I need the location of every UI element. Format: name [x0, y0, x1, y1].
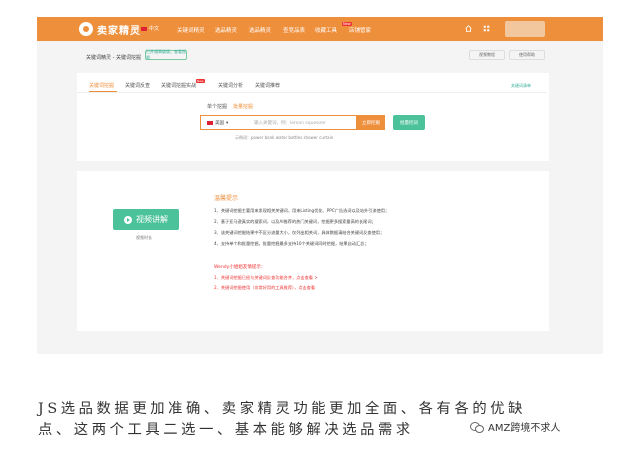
search-placeholder: 输入关键词，例：lemon squeezer — [254, 121, 327, 126]
caption-line-2: 点、这两个工具二选一、基本能够解决选品需求 — [38, 422, 414, 438]
nav-item[interactable]: 店铺管家 — [349, 26, 371, 34]
logo-icon — [79, 22, 93, 36]
avatar[interactable] — [505, 21, 545, 37]
plan-badge[interactable]: 已开通高级版，查看权限 — [145, 49, 187, 60]
notice-title: Wendy小姐姐友情提示： — [214, 265, 266, 270]
tip-line: 2、基于亚马逊真实的搜索词，以及AI推荐的热门关键词，挖掘更多搜索量高的长尾词； — [214, 219, 376, 224]
tab-keyword-practice[interactable]: 关键词挖掘实战 — [161, 82, 196, 89]
tab-keyword-reverse[interactable]: 关键词反查 — [125, 82, 150, 89]
nav-item[interactable]: 查竞品表 — [283, 26, 305, 34]
flag-icon — [141, 26, 147, 31]
caption-line-1: JS选品数据更加准确、卖家精灵功能更加全面、各有各的优缺 — [38, 401, 527, 417]
market-select[interactable]: 美国 ▾ — [207, 120, 228, 126]
notice-line[interactable]: 1、关键词挖掘已经与关键词反查功能合并，点击查看 > — [214, 275, 318, 281]
tip-line: 1、关键词挖掘主要用来发现相关关键词，用来Listing优化、PPC广告选词以及… — [214, 208, 390, 213]
top-navbar: 卖家精灵 中文 关键词精灵 选品精灵 选品精灵 查竞品表 收藏工具 店铺管家 N… — [37, 17, 603, 41]
nav-item[interactable]: 关键词精灵 — [177, 26, 205, 34]
chevron-down-icon: ▾ — [226, 120, 229, 126]
search-input[interactable]: 美国 ▾ 输入关键词，例：lemon squeezer — [200, 115, 357, 130]
grid-icon[interactable] — [483, 25, 490, 32]
tab-keyword-mining[interactable]: 关键词挖掘 — [89, 82, 114, 89]
tab-keyword-recommend[interactable]: 关键词推荐 — [255, 82, 280, 89]
logo-text: 卖家精灵 — [97, 26, 141, 37]
video-caption: 视频时长 — [136, 235, 152, 240]
language-label: 中文 — [149, 26, 160, 32]
tab-new-badge: New — [196, 79, 205, 83]
video-tutorial-button[interactable]: 视频教程 — [469, 50, 505, 60]
flag-icon — [207, 121, 213, 125]
bulk-button[interactable]: 批量挖词 — [393, 115, 425, 130]
play-icon — [124, 215, 132, 224]
nav-item[interactable]: 选品精灵 — [215, 26, 237, 34]
nav-item[interactable]: 收藏工具 — [315, 26, 337, 34]
breadcrumb: 关键词精灵 - 关键词挖掘 — [86, 55, 141, 61]
wechat-icon — [470, 421, 484, 433]
watermark: AMZ跨境不求人 — [470, 419, 560, 434]
tip-line: 4、支持单个和批量挖掘，批量挖掘最多支持10个关键词同时挖掘，结果自动汇总； — [214, 241, 369, 246]
tips-title: 温馨提示 — [214, 195, 239, 202]
notice-line[interactable]: 2、关键词挖掘使用（非常好用的工具推荐），点击查看 — [214, 285, 315, 291]
home-icon[interactable] — [465, 25, 472, 32]
new-badge: New — [342, 22, 352, 26]
tabs-divider — [77, 92, 547, 93]
keyword-list-link[interactable]: 关键词清单 — [511, 83, 531, 89]
tab-keyword-analysis[interactable]: 关键词分析 — [218, 82, 243, 89]
mode-single[interactable]: 单个挖掘 — [207, 103, 227, 110]
video-explain-button[interactable]: 视频讲解 — [113, 209, 179, 230]
language-switch[interactable]: 中文 — [141, 25, 159, 32]
screenshot-frame: 卖家精灵 中文 关键词精灵 选品精灵 选品精灵 查竞品表 收藏工具 店铺管家 N… — [37, 17, 603, 354]
mode-bulk[interactable]: 批量挖掘 — [233, 103, 253, 110]
help-button[interactable]: 使用帮助 — [509, 50, 545, 60]
nav-item[interactable]: 选品精灵 — [249, 26, 271, 34]
example-keywords[interactable]: 示例词：power bank water bottles shower curt… — [235, 135, 333, 141]
watermark-text: AMZ跨境不求人 — [488, 423, 561, 434]
tip-line: 3、该关键词挖掘结果中不区分流量大小，仅列出相关词，具体数据请结合关键词反查使用… — [214, 230, 385, 235]
active-tab-indicator — [89, 91, 117, 92]
market-label: 美国 — [215, 121, 224, 126]
video-button-label: 视频讲解 — [136, 215, 168, 224]
search-button[interactable]: 立即挖掘 — [357, 115, 385, 130]
tips-card — [77, 171, 549, 331]
